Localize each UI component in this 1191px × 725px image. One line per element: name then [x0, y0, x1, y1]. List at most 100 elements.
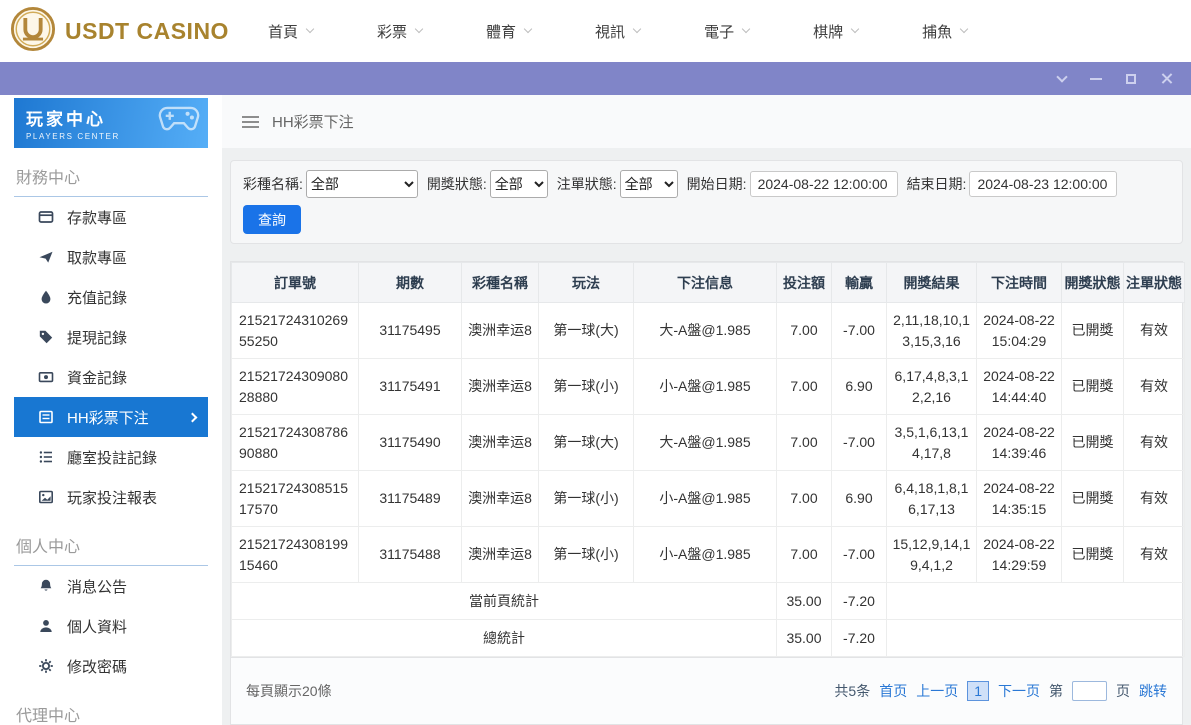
cell-period: 31175489 [359, 471, 462, 527]
cell-period: 31175490 [359, 415, 462, 471]
chevron-down-icon [524, 25, 532, 33]
sidebar-item-change-password[interactable]: 修改密碼 [14, 646, 208, 686]
cell-bet_info: 小-A盤@1.985 [634, 471, 777, 527]
cell-period: 31175495 [359, 303, 462, 359]
cell-bet_time: 2024-08-22 15:04:29 [977, 303, 1062, 359]
lottery-bet-icon [38, 409, 54, 425]
start-date-input[interactable] [750, 171, 898, 197]
nav-item-sports[interactable]: 體育 [486, 21, 531, 42]
cell-order_no: 2152172430851517570 [232, 471, 359, 527]
cell-order_status: 有效 [1124, 471, 1185, 527]
sidebar-item-label: 廳室投註記錄 [67, 447, 157, 468]
page-title: HH彩票下注 [272, 111, 354, 132]
hall-records-icon [38, 449, 54, 465]
start-date-label: 開始日期: [687, 174, 747, 194]
gamepad-icon [158, 105, 200, 136]
lottery-name-select[interactable]: 全部 [306, 170, 418, 198]
sidebar-item-label: 消息公告 [67, 576, 127, 597]
search-button[interactable]: 查詢 [243, 205, 301, 234]
cashout-icon [38, 329, 54, 345]
table-header-row: 訂單號期數彩種名稱玩法下注信息投注額輸贏開獎結果下注時間開獎狀態注單狀態 [232, 263, 1185, 303]
nav-item-chess[interactable]: 棋牌 [813, 21, 858, 42]
cell-bet_time: 2024-08-22 14:29:59 [977, 527, 1062, 583]
sidebar-item-label: 充值記錄 [67, 287, 127, 308]
bets-card: 訂單號期數彩種名稱玩法下注信息投注額輸贏開獎結果下注時間開獎狀態注單狀態 215… [230, 261, 1183, 725]
chevron-down-icon [742, 25, 750, 33]
cell-order_status: 有效 [1124, 359, 1185, 415]
table-footer: 每頁顯示20條 共5条 首页 上一页 1 下一页 第 页 跳转 [231, 657, 1182, 724]
chevron-right-icon [188, 412, 198, 422]
sidebar-item-withdraw-area[interactable]: 取款專區 [14, 237, 208, 277]
cell-order_no: 2152172430819915460 [232, 527, 359, 583]
password-icon [38, 658, 54, 674]
sidebar-item-hh-lottery-bets[interactable]: HH彩票下注 [14, 397, 208, 437]
cell-amount: 7.00 [777, 303, 832, 359]
brand: USDT CASINO [10, 6, 268, 57]
cell-win_loss: 6.90 [832, 471, 887, 527]
cell-draw_status: 已開獎 [1062, 303, 1124, 359]
cell-lottery: 澳洲幸运8 [462, 527, 539, 583]
table-row: 215217243087869088031175490澳洲幸运8第一球(大)大-… [232, 415, 1185, 471]
nav-item-fishing[interactable]: 捕魚 [922, 21, 967, 42]
order-status-select[interactable]: 全部 [620, 170, 678, 198]
draw-status-select[interactable]: 全部 [490, 170, 548, 198]
sidebar-item-withdrawal-records[interactable]: 提現記錄 [14, 317, 208, 357]
cell-amount: 7.00 [777, 527, 832, 583]
cell-win_loss: -7.00 [832, 527, 887, 583]
sidebar-item-label: 資金記錄 [67, 367, 127, 388]
summary-label: 總統計 [232, 620, 777, 657]
sidebar-item-announcements[interactable]: 消息公告 [14, 566, 208, 606]
cell-period: 31175491 [359, 359, 462, 415]
column-header: 開獎結果 [887, 263, 977, 303]
current-page-indicator[interactable]: 1 [967, 681, 989, 701]
column-header: 訂單號 [232, 263, 359, 303]
profile-icon [38, 618, 54, 634]
withdraw-icon [38, 249, 54, 265]
page-jump-input[interactable] [1072, 681, 1107, 701]
usdt-logo-icon [10, 6, 56, 57]
sidebar-item-hall-bet-records[interactable]: 廳室投註記錄 [14, 437, 208, 477]
cell-result: 6,4,18,1,8,16,17,13 [887, 471, 977, 527]
app-window: USDT CASINO 首頁彩票體育視訊電子棋牌捕魚 玩家中心 PLAYERS … [0, 0, 1191, 725]
menu-toggle-icon[interactable] [242, 116, 259, 128]
sidebar-section-agent-center: 代理中心 [14, 686, 208, 725]
prev-page-link[interactable]: 上一页 [916, 681, 958, 701]
jump-button[interactable]: 跳转 [1139, 681, 1167, 701]
sidebar-item-player-bet-report[interactable]: 玩家投注報表 [14, 477, 208, 517]
table-row: 215217243085151757031175489澳洲幸运8第一球(小)小-… [232, 471, 1185, 527]
summary-label: 當前頁統計 [232, 583, 777, 620]
draw-status-label: 開獎狀態: [427, 174, 487, 194]
nav-item-video[interactable]: 視訊 [595, 21, 640, 42]
cell-order_status: 有效 [1124, 415, 1185, 471]
column-header: 投注額 [777, 263, 832, 303]
cell-period: 31175488 [359, 527, 462, 583]
cell-play: 第一球(大) [539, 303, 634, 359]
chevron-down-icon [306, 25, 314, 33]
next-page-link[interactable]: 下一页 [998, 681, 1040, 701]
cell-lottery: 澳洲幸运8 [462, 415, 539, 471]
sidebar-item-deposit-area[interactable]: 存款專區 [14, 197, 208, 237]
nav-item-home[interactable]: 首頁 [268, 21, 313, 42]
window-maximize-icon[interactable] [1126, 74, 1136, 84]
total-summary-row: 總統計35.00-7.20 [232, 620, 1185, 657]
sidebar-item-recharge-records[interactable]: 充值記錄 [14, 277, 208, 317]
nav-item-electronic[interactable]: 電子 [704, 21, 749, 42]
sidebar-item-label: 提現記錄 [67, 327, 127, 348]
sidebar-item-funds-records[interactable]: 資金記錄 [14, 357, 208, 397]
end-date-input[interactable] [969, 171, 1117, 197]
window-close-icon[interactable] [1160, 72, 1173, 85]
sidebar-section-finance-center: 財務中心存款專區取款專區充值記錄提現記錄資金記錄HH彩票下注廳室投註記錄玩家投注… [14, 148, 208, 517]
sidebar-section-personal-center: 個人中心消息公告個人資料修改密碼 [14, 517, 208, 686]
chevron-down-icon [633, 25, 641, 33]
sidebar-item-profile[interactable]: 個人資料 [14, 606, 208, 646]
window-collapse-icon[interactable] [1058, 77, 1066, 81]
cell-bet_info: 大-A盤@1.985 [634, 303, 777, 359]
first-page-link[interactable]: 首页 [879, 681, 907, 701]
cell-result: 15,12,9,14,19,4,1,2 [887, 527, 977, 583]
sidebar-item-label: HH彩票下注 [67, 407, 149, 428]
nav-item-lottery[interactable]: 彩票 [377, 21, 422, 42]
sidebar: 玩家中心 PLAYERS CENTER 財務中心存款專區取款專區充值記錄提現記錄… [0, 95, 222, 725]
window-minimize-icon[interactable] [1090, 78, 1102, 80]
cell-order_status: 有效 [1124, 303, 1185, 359]
total-count: 共5条 [834, 681, 870, 701]
